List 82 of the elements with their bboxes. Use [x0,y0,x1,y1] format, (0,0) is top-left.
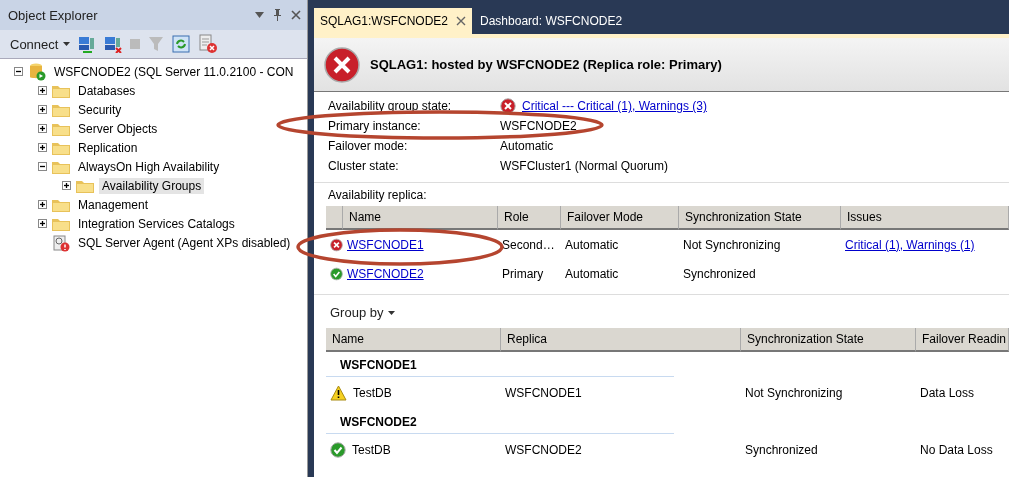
server-connect-icon[interactable] [78,35,97,53]
expand-icon[interactable] [38,200,47,209]
folder-icon [76,178,94,193]
caret-icon [388,310,396,315]
tree-item[interactable]: Databases [75,82,139,99]
database-server-icon [28,62,46,81]
column-header[interactable]: Issues [841,206,1009,230]
replica-link[interactable]: WSFCNODE2 [347,266,424,281]
property-label: Failover mode: [328,139,409,153]
table-cell: Not Synchronizing [683,237,781,252]
group-heading: WSFCNODE1 [340,358,417,372]
expand-icon[interactable] [38,124,47,133]
panel-title: Object Explorer [8,7,98,23]
tree-item[interactable]: Security [75,101,125,118]
group-heading: WSFCNODE2 [340,415,417,429]
section-label: Availability replica: [328,188,427,202]
folder-icon [52,121,70,136]
tree-item[interactable]: WSFCNODE2 (SQL Server 11.0.2100 - CON [51,63,297,80]
server-disconnect-icon[interactable] [104,35,123,53]
folder-icon [52,197,70,212]
table-cell: Not Synchronizing [745,386,843,400]
tree-item[interactable]: Management [75,196,152,213]
close-icon[interactable] [456,16,467,26]
column-header[interactable]: Name [326,328,501,352]
column-header [326,206,343,230]
close-icon[interactable] [291,10,301,20]
script-stop-icon[interactable] [198,34,219,54]
dashboard-title: SQLAG1: hosted by WSFCNODE2 (Replica role: Primary) [370,57,722,72]
column-header[interactable]: Failover Mode [561,206,679,230]
expand-icon[interactable] [62,181,71,190]
folder-icon [52,159,70,174]
table-cell: TestDB [352,443,391,457]
replica-link[interactable]: WSFCNODE1 [347,237,424,252]
property-value: WSFCluster1 (Normal Quorum) [500,159,669,173]
column-header[interactable]: Role [498,206,561,230]
caret-icon [63,42,71,46]
property-value: WSFCNODE2 [500,119,577,133]
folder-icon [52,140,70,155]
property-label: Cluster state: [328,159,400,173]
tree-item[interactable]: Replication [75,139,141,156]
table-cell: No Data Loss [920,443,993,457]
collapse-icon[interactable] [38,162,47,171]
table-cell: Automatic [565,237,619,252]
dropdown-icon[interactable] [255,12,264,18]
table-cell: Data Loss [920,386,975,400]
pin-icon[interactable] [273,9,282,21]
folder-icon [52,216,70,231]
refresh-icon[interactable] [172,35,191,53]
column-header[interactable]: Name [343,206,498,230]
table-cell: TestDB [353,386,392,400]
document-tab[interactable]: Dashboard: WSFCNODE2 [474,8,629,34]
agent-icon [52,233,70,252]
table-cell: Primary [502,266,544,281]
property-label: Primary instance: [328,119,422,133]
column-header[interactable]: Synchronization State [679,206,841,230]
expand-icon[interactable] [38,143,47,152]
tree-item[interactable]: SQL Server Agent (Agent XPs disabled) [75,234,294,251]
tree-item[interactable]: Server Objects [75,120,161,137]
connect-button[interactable]: Connect [10,36,71,52]
column-header[interactable]: Synchronization State [741,328,916,352]
status-link[interactable]: Critical --- Critical (1), Warnings (3) [522,99,707,113]
group-by-button[interactable]: Group by [330,305,396,320]
tree-item[interactable]: Integration Services Catalogs [75,215,238,232]
expand-icon[interactable] [38,86,47,95]
collapse-icon[interactable] [14,67,23,76]
folder-icon [52,102,70,117]
table-cell: Second… [502,237,555,252]
tree-item[interactable]: AlwaysOn High Availability [75,158,223,175]
expand-icon[interactable] [38,219,47,228]
column-header[interactable]: Replica [501,328,741,352]
table-cell: WSFCNODE1 [505,386,582,400]
tree-item[interactable]: Availability Groups [99,177,205,194]
property-value: Automatic [500,139,554,153]
column-header[interactable]: Failover Readin [916,328,1009,352]
issues-link[interactable]: Critical (1), Warnings (1) [845,237,975,252]
folder-icon [52,83,70,98]
document-tab[interactable]: SQLAG1:WSFCNODE2 [314,8,473,34]
table-cell: Automatic [565,266,619,281]
expand-icon[interactable] [38,105,47,114]
table-cell: Synchronized [745,443,818,457]
table-cell: WSFCNODE2 [505,443,582,457]
table-cell: Synchronized [683,266,756,281]
